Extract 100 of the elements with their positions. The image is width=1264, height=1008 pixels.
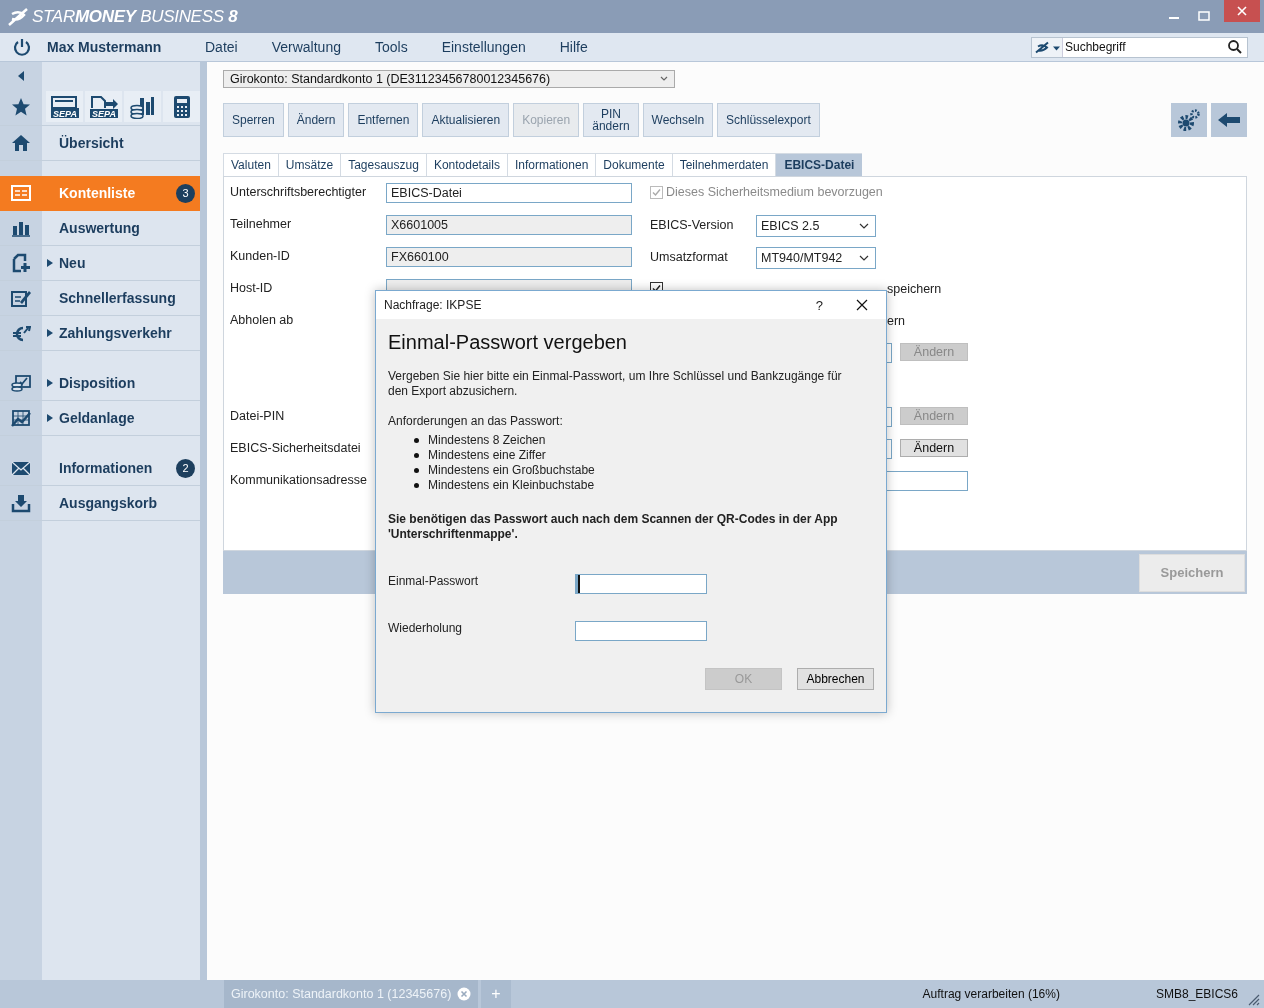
star-icon: [11, 96, 31, 117]
list-icon: [11, 183, 31, 203]
calculator-icon[interactable]: [172, 94, 191, 119]
back-button[interactable]: [1211, 103, 1247, 137]
tab[interactable]: Umsätze: [277, 153, 341, 176]
menu-item[interactable]: Tools: [374, 39, 408, 55]
tab[interactable]: Teilnehmerdaten: [671, 153, 776, 176]
status-text: Auftrag verarbeiten (16%): [922, 987, 1060, 1001]
bullet-icon: [414, 468, 419, 473]
bullet-icon: [414, 438, 419, 443]
download-icon: [11, 493, 31, 513]
field-label: EBICS-Sicherheitsdatei: [230, 441, 361, 455]
arrow-left-icon: [1217, 112, 1241, 128]
requirements-title: Anforderungen an das Passwort:: [388, 414, 564, 428]
toolbar-button[interactable]: Schlüsselexport: [717, 103, 820, 137]
help-button[interactable]: ?: [815, 297, 823, 313]
status-id: SMB8_EBICS6: [1155, 987, 1238, 1001]
sidebar-item[interactable]: Informationen 2: [0, 451, 200, 486]
input-field[interactable]: X6601005: [386, 215, 632, 235]
toolbar-button[interactable]: Entfernen: [348, 103, 419, 137]
count-badge: 2: [176, 458, 195, 478]
password-field[interactable]: [575, 574, 707, 594]
search-icon: [1227, 39, 1243, 55]
collapse-arrow-icon: [17, 70, 25, 82]
gears-icon: [1177, 108, 1201, 132]
edit-icon: [11, 288, 31, 308]
power-icon[interactable]: [12, 37, 32, 57]
checkbox-label: speichern: [887, 281, 942, 296]
tab[interactable]: Kontodetails: [425, 153, 507, 176]
chevron-down-icon: [859, 223, 869, 229]
dialog-button[interactable]: Abbrechen: [797, 668, 874, 690]
field-label: Teilnehmer: [230, 217, 292, 231]
document-plus-icon: [11, 253, 31, 273]
sidebar-item[interactable]: Auswertung: [0, 211, 200, 246]
sidebar-item[interactable]: Zahlungsverkehr: [0, 316, 200, 351]
dialog-title: Nachfrage: IKPSE: [384, 298, 482, 312]
sidebar-item[interactable]: Ausgangskorb: [0, 486, 200, 521]
chevron-down-icon: [859, 255, 869, 261]
password-field[interactable]: [575, 621, 707, 641]
sidebar-item[interactable]: Disposition: [0, 366, 200, 401]
sidebar-item[interactable]: Kontenliste 3: [0, 176, 200, 211]
field-label: Abholen ab: [230, 313, 294, 327]
toolbar-button[interactable]: Aktualisieren: [422, 103, 510, 137]
logo-icon: [6, 5, 30, 28]
close-icon[interactable]: [856, 299, 868, 311]
menu-item[interactable]: Hilfe: [559, 39, 588, 55]
chart-grid-icon: [11, 408, 31, 428]
toolbar-button[interactable]: PIN ändern: [583, 103, 639, 137]
app-title: STARMONEY BUSINESS 8: [32, 6, 238, 27]
field-label: Einmal-Passwort: [388, 574, 480, 588]
tab[interactable]: Tagesauszug: [340, 153, 426, 176]
note-text: Sie benötigen das Passwort auch nach dem Scannen der QR-Codes in der App 'Unterschriftenmappe'.: [388, 512, 839, 542]
euro-arrow-icon: [11, 323, 31, 343]
change-button[interactable]: Ändern: [900, 439, 968, 457]
tab[interactable]: Valuten: [223, 153, 278, 176]
dialog-heading: Einmal-Passwort vergeben: [388, 331, 628, 354]
field-label: Datei-PIN: [230, 409, 285, 423]
bullet-icon: [414, 453, 419, 458]
tab[interactable]: EBICS-Datei: [775, 153, 863, 176]
coins-chart-icon[interactable]: [129, 94, 156, 119]
count-badge: 3: [176, 183, 195, 203]
menu-item[interactable]: Datei: [205, 39, 238, 55]
toolbar-button[interactable]: Wechseln: [642, 103, 714, 137]
tab[interactable]: Informationen: [506, 153, 596, 176]
field-label: EBICS-Version: [650, 217, 735, 232]
field-label: Kunden-ID: [230, 249, 290, 263]
sidebar-item[interactable]: Geldanlage: [0, 401, 200, 436]
field-label: Unterschriftsberechtigter: [230, 185, 367, 199]
account-dropdown[interactable]: Girokonto: Standardkonto 1 (DE31123456780012345676): [223, 70, 675, 88]
user-name: Max Mustermann: [47, 39, 163, 55]
field-label: Kommunikationsadresse: [230, 473, 367, 487]
coins-check-icon: [11, 373, 31, 393]
search-box[interactable]: Suchbegriff: [1031, 36, 1248, 58]
menu-item[interactable]: Einstellungen: [441, 39, 526, 55]
requirement-text: Mindestens ein Kleinbuchstabe: [428, 478, 595, 493]
requirement-text: Mindestens 8 Zeichen: [428, 433, 546, 448]
logo-dropdown-icon: [1032, 37, 1063, 57]
sidebar-item[interactable]: Übersicht: [0, 125, 200, 161]
field-label: Umsatzformat: [650, 249, 729, 264]
resize-grip-icon: [1246, 992, 1260, 1006]
intro-text: Vergeben Sie hier bitte ein Einmal-Passwort, um Ihre Schlüssel und Bankzugänge für den Export abzusichern.: [388, 369, 843, 399]
input-field[interactable]: FX660100: [386, 247, 632, 267]
sidebar-item[interactable]: Neu: [0, 246, 200, 281]
menu-item[interactable]: Verwaltung: [271, 39, 341, 55]
input-field[interactable]: EBICS-Datei: [386, 183, 632, 203]
chevron-down-icon: [660, 76, 668, 82]
dropdown[interactable]: EBICS 2.5: [756, 215, 876, 237]
home-icon: [11, 133, 31, 153]
checkbox-label: ern: [887, 313, 906, 328]
bullet-icon: [414, 483, 419, 488]
toolbar-button[interactable]: Sperren: [223, 103, 284, 137]
settings-button[interactable]: [1171, 103, 1207, 137]
dropdown[interactable]: MT940/MT942: [756, 247, 876, 269]
requirement-text: Mindestens ein Großbuchstabe: [428, 463, 595, 478]
tab[interactable]: Dokumente: [595, 153, 672, 176]
toolbar-button[interactable]: Ändern: [287, 103, 345, 137]
sidebar-item[interactable]: Schnellerfassung: [0, 281, 200, 316]
requirement-text: Mindestens eine Ziffer: [428, 448, 546, 463]
field-label: Host-ID: [230, 281, 273, 295]
checkbox-label: Dieses Sicherheitsmedium bevorzugen: [666, 185, 883, 199]
